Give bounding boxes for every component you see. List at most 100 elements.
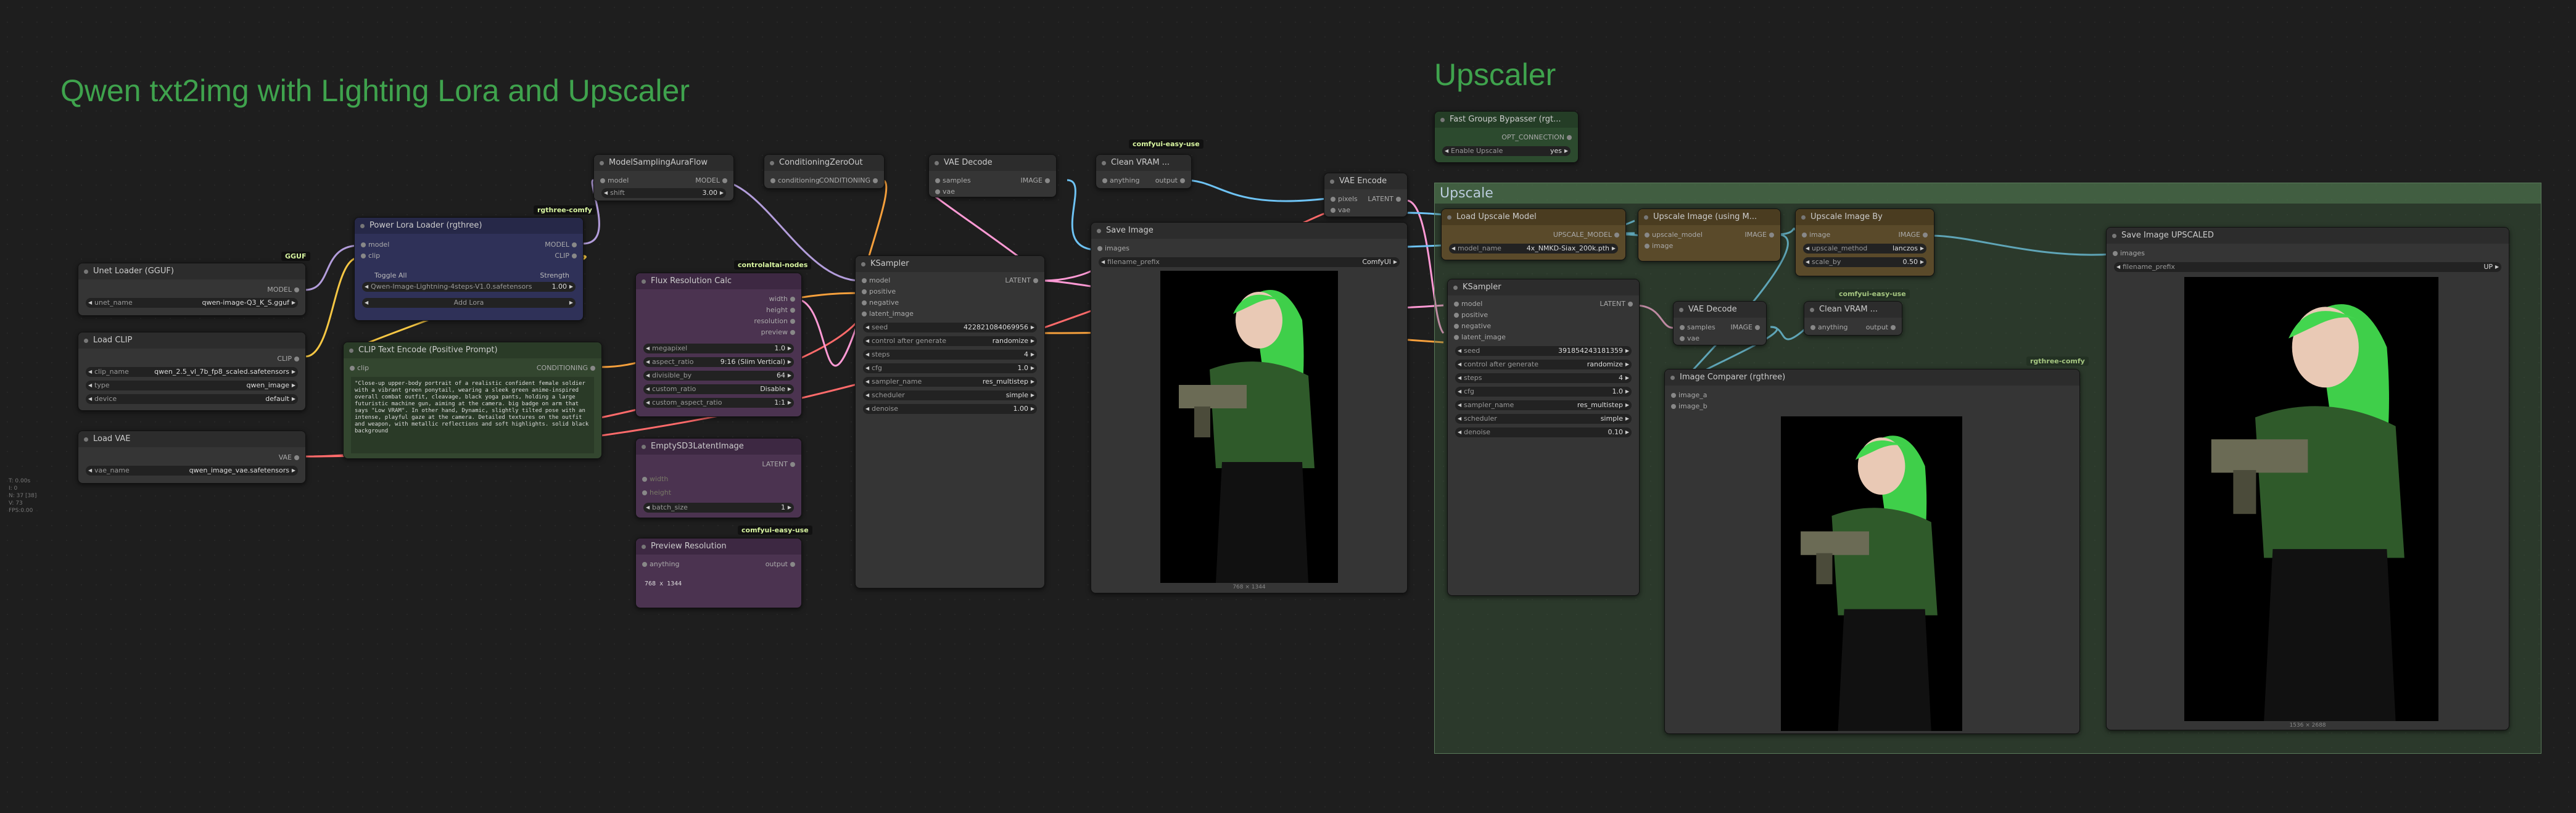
clip-text-encode-node[interactable]: CLIP Text Encode (Positive Prompt) clip C… [343,342,602,459]
input-slot[interactable]: vae [1679,334,1699,344]
load-upscale-model-node[interactable]: Load Upscale Model UPSCALE_MODEL model_n… [1441,208,1626,260]
output-slot[interactable]: LATENT [762,460,795,469]
denoise-widget[interactable]: denoise 0.10 [1455,427,1632,437]
generated-image[interactable] [1160,271,1338,583]
upscaled-image[interactable] [2184,277,2438,721]
output-slot[interactable]: IMAGE [1744,230,1774,240]
steps-widget[interactable]: steps 4 [1455,373,1632,383]
input-slot[interactable]: positive [1453,310,1488,320]
flux-resolution-calc-node[interactable]: Flux Resolution Calc width height resolu… [635,273,802,417]
save-image-node[interactable]: Save Image images filename_prefix ComfyUI… [1091,222,1408,593]
output-slot[interactable]: IMAGE [1730,323,1760,332]
shift-widget[interactable]: shift 3.00 [601,188,726,198]
output-slot[interactable]: resolution [754,316,795,326]
megapixel-widget[interactable]: megapixel 1.0 [643,344,794,353]
output-slot[interactable]: CONDITIONING [537,363,596,373]
output-slot[interactable]: LATENT [1005,276,1038,286]
output-slot[interactable]: CONDITIONING [819,176,878,186]
conditioning-zero-out-node[interactable]: ConditioningZeroOut conditioning CONDITIO… [764,154,885,189]
aspect-ratio-widget[interactable]: aspect_ratio 9:16 (Slim Vertical) [643,357,794,367]
input-slot[interactable]: image_b [1671,402,1707,411]
input-slot[interactable]: width [642,474,668,484]
input-slot[interactable]: latent_image [862,309,914,319]
input-slot[interactable]: samples [1680,323,1715,332]
input-slot[interactable]: clip [360,251,380,261]
power-lora-loader-node[interactable]: Power Lora Loader (rgthree) model MODEL c… [354,217,584,321]
input-slot[interactable]: positive [861,287,896,297]
input-slot[interactable]: vae [1330,205,1350,215]
output-slot[interactable]: LATENT [1368,194,1401,204]
clean-vram-upscale-node[interactable]: Clean VRAM ... anything output [1804,301,1902,336]
scheduler-widget[interactable]: scheduler simple [863,390,1037,400]
custom-aspect-ratio-widget[interactable]: custom_aspect_ratio 1:1 [643,398,794,408]
unet-loader-node[interactable]: Unet Loader (GGUF) MODEL unet_name qwen-i… [78,263,306,316]
seed-widget[interactable]: seed 391854243181359 [1455,346,1632,356]
output-slot[interactable]: IMAGE [1898,230,1928,240]
scale-by-widget[interactable]: scale_by 0.50 [1803,257,1926,267]
input-slot[interactable]: upscale_model [1644,230,1703,240]
output-slot[interactable]: output [766,559,796,569]
input-slot[interactable]: vae [935,187,955,197]
add-lora-button[interactable]: Add Lora [362,298,576,308]
image-comparer-node[interactable]: Image Comparer (rgthree) image_a image_b [1664,369,2080,734]
input-slot[interactable]: model [600,176,629,186]
input-slot[interactable]: images [2113,249,2145,258]
input-slot[interactable]: conditioning [770,176,820,186]
vae-decode-node[interactable]: VAE Decode samples IMAGE vae [928,154,1057,197]
fast-groups-bypasser-node[interactable]: Fast Groups Bypasser (rgt... OPT_CONNECT… [1434,111,1579,163]
comparer-image[interactable] [1781,416,1962,731]
output-slot[interactable]: MODEL [695,176,727,186]
batch-size-widget[interactable]: batch_size 1 [643,503,794,513]
ksampler-node[interactable]: KSampler model LATENT positive negative l… [855,255,1045,588]
steps-widget[interactable]: steps 4 [863,350,1037,360]
clean-vram-node[interactable]: Clean VRAM ... anything output [1096,154,1192,189]
save-image-upscaled-node[interactable]: Save Image UPSCALED images filename_pref… [2106,227,2509,730]
input-slot[interactable]: clip [349,363,369,373]
input-slot[interactable]: image [1801,230,1830,240]
output-slot[interactable]: preview [761,328,796,337]
output-slot[interactable]: VAE [279,453,300,463]
type-widget[interactable]: type qwen_image [86,381,298,390]
model-name-widget[interactable]: model_name 4x_NMKD-Siax_200k.pth [1449,244,1618,254]
empty-sd3-latent-image-node[interactable]: EmptySD3LatentImage LATENT width height … [635,438,802,518]
prompt-textarea[interactable]: "Close-up upper-body portrait of a reali… [351,377,594,453]
output-slot[interactable]: height [766,305,796,315]
vae-name-widget[interactable]: vae_name qwen_image_vae.safetensors [86,466,298,476]
output-slot[interactable]: width [769,294,796,304]
unet-name-widget[interactable]: unet_name qwen-image-Q3_K_S.gguf [86,298,298,308]
divisible-by-widget[interactable]: divisible_by 64 [643,371,794,381]
load-vae-node[interactable]: Load VAE VAE vae_name qwen_image_vae.safe… [78,431,306,484]
output-slot[interactable]: CLIP [555,251,577,261]
vae-decode-upscale-node[interactable]: VAE Decode samples IMAGE vae [1673,301,1767,345]
custom-ratio-widget[interactable]: custom_ratio Disable [643,384,794,394]
ksampler-upscale-node[interactable]: KSampler model LATENT positive negative l… [1447,279,1640,596]
input-slot[interactable]: negative [861,298,899,308]
upscale-image-using-model-node[interactable]: Upscale Image (using M... upscale_model I… [1638,208,1781,262]
denoise-widget[interactable]: denoise 1.00 [863,404,1037,414]
output-slot[interactable]: IMAGE [1020,176,1050,186]
output-slot[interactable]: output [1155,176,1186,186]
control-after-generate-widget[interactable]: control after generate randomize [1455,360,1632,369]
output-slot[interactable]: MODEL [267,285,299,295]
output-slot[interactable]: UPSCALE_MODEL [1553,230,1620,240]
input-slot[interactable]: image [1644,241,1673,251]
sampler-name-widget[interactable]: sampler_name res_multistep [1455,400,1632,410]
input-slot[interactable]: model [1453,299,1482,309]
input-slot[interactable]: image_a [1671,390,1707,400]
load-clip-node[interactable]: Load CLIP CLIP clip_name qwen_2.5_vl_7b_f… [78,332,306,411]
upscale-method-widget[interactable]: upscale_method lanczos [1803,244,1926,254]
model-sampling-aura-flow-node[interactable]: ModelSamplingAuraFlow model MODEL shift 3.… [593,154,734,201]
input-slot[interactable]: anything [1810,323,1848,332]
scheduler-widget[interactable]: scheduler simple [1455,414,1632,424]
preview-resolution-node[interactable]: Preview Resolution anything output 768 x … [635,538,802,608]
input-slot[interactable]: model [360,240,389,250]
sampler-name-widget[interactable]: sampler_name res_multistep [863,377,1037,387]
input-slot[interactable]: height [642,488,671,498]
seed-widget[interactable]: seed 422821084069956 [863,323,1037,332]
enable-upscale-toggle[interactable]: Enable Upscale yes [1442,146,1571,156]
output-slot[interactable]: output [1866,323,1896,332]
input-slot[interactable]: negative [1453,321,1491,331]
input-slot[interactable]: model [861,276,890,286]
input-slot[interactable]: anything [642,559,680,569]
input-slot[interactable]: anything [1102,176,1140,186]
